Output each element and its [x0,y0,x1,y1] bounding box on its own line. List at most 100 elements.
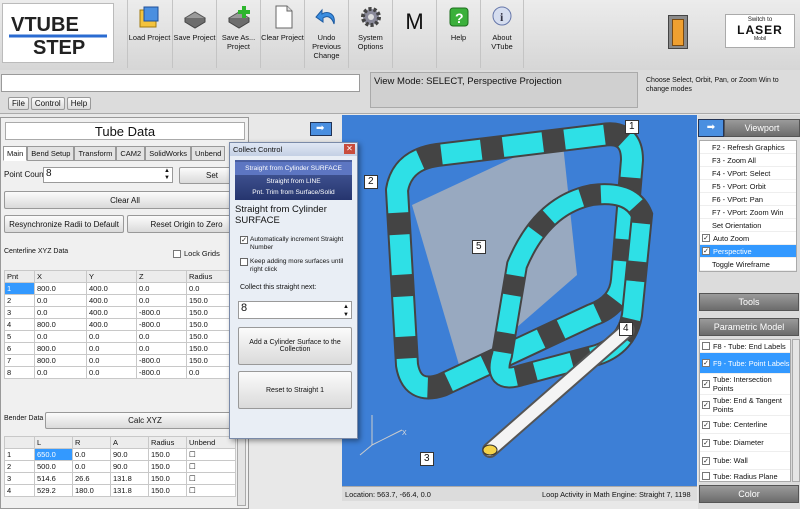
table-cell[interactable]: 3 [4,306,35,319]
table-cell[interactable]: 500.0 [34,460,73,473]
table-cell[interactable]: 180.0 [72,484,111,497]
table-cell[interactable]: 0.0 [136,282,187,295]
list-item[interactable]: Straight from Cylinder SURFACE [235,162,352,175]
unbend-checkbox[interactable]: ☐ [186,448,236,461]
table-cell[interactable]: 800.0 [34,342,87,355]
table-cell[interactable]: 400.0 [86,294,137,307]
table-cell[interactable]: 650.0 [34,448,73,461]
reset-to-straight-1-button[interactable]: Reset to Straight 1 [238,371,352,409]
viewport-header[interactable]: Viewport [724,119,800,137]
collapse-arrow-button[interactable]: ➡ [698,119,724,137]
zoom-all-item[interactable]: F3 - Zoom All [700,154,796,167]
keep-adding-checkbox[interactable]: Keep adding more surfaces until right cl… [240,258,352,274]
vport-zoom-win-item[interactable]: F7 - VPort: Zoom Win [700,206,796,219]
straight-number-stepper[interactable]: 8 ▲ ▼ [238,301,352,319]
list-item[interactable]: Pnt. Trim from Surface/Solid [235,188,352,197]
table-cell[interactable]: 8 [4,366,35,379]
table-cell[interactable]: 131.8 [110,484,149,497]
point-labels-item[interactable]: ✓ F9 - Tube: Point Labels [700,353,790,374]
unbend-checkbox[interactable]: ☐ [186,460,236,473]
stepper-arrows-icon[interactable]: ▲ ▼ [164,168,170,182]
table-cell[interactable]: 514.6 [34,472,73,485]
lock-grids-checkbox[interactable]: Lock Grids [173,249,220,258]
parametric-model-header[interactable]: Parametric Model [699,318,799,336]
table-cell[interactable]: 0.0 [34,306,87,319]
table-row[interactable]: 2 500.0 0.0 90.0 150.0 ☐ [4,460,236,473]
table-row[interactable]: 1 800.0 400.0 0.0 0.0 [4,282,245,295]
table-row[interactable]: 5 0.0 0.0 0.0 150.0 [4,330,245,343]
table-cell[interactable]: 0.0 [86,342,137,355]
table-cell[interactable]: 150.0 [148,448,187,461]
parametric-scrollbar[interactable] [792,339,800,482]
table-cell[interactable]: 800.0 [34,354,87,367]
undo-button[interactable]: Undo Previous Change [304,0,348,68]
table-cell[interactable]: 3 [4,472,35,485]
calc-xyz-button[interactable]: Calc XYZ [45,412,245,429]
tab-transform[interactable]: Transform [74,146,117,161]
table-cell[interactable]: 0.0 [72,460,111,473]
collapse-arrow-button[interactable]: ➡ [310,122,332,136]
table-cell[interactable]: 90.0 [110,448,149,461]
table-cell[interactable]: 5 [4,330,35,343]
refresh-graphics-item[interactable]: F2 - Refresh Graphics [700,141,796,154]
table-row[interactable]: 3 514.6 26.6 131.8 150.0 ☐ [4,472,236,485]
menu-file[interactable]: File [8,97,29,110]
tab-solidworks[interactable]: SolidWorks [145,146,192,161]
table-cell[interactable]: 0.0 [34,330,87,343]
table-cell[interactable]: 800.0 [34,318,87,331]
table-cell[interactable]: -800.0 [136,306,187,319]
table-cell[interactable]: -800.0 [136,354,187,367]
exit-door-button[interactable] [668,15,688,49]
unbend-checkbox[interactable]: ☐ [186,484,236,497]
table-row[interactable]: 8 0.0 0.0 -800.0 0.0 [4,366,245,379]
table-row[interactable]: 1 650.0 0.0 90.0 150.0 ☐ [4,448,236,461]
table-cell[interactable]: 0.0 [136,342,187,355]
resync-radii-button[interactable]: Resynchronize Radii to Default [4,215,124,233]
auto-increment-checkbox[interactable]: ✓ Automatically increment Straight Numbe… [240,236,352,252]
table-cell[interactable]: 800.0 [34,282,87,295]
tab-unbend[interactable]: Unbend [191,146,226,161]
end-labels-item[interactable]: F8 - Tube: End Labels [700,340,790,353]
centerline-item[interactable]: ✓ Tube: Centerline [700,416,790,434]
menu-control[interactable]: Control [30,97,65,110]
auto-zoom-item[interactable]: ✓ Auto Zoom [700,232,796,245]
table-cell[interactable]: 2 [4,460,35,473]
table-cell[interactable]: 400.0 [86,282,137,295]
perspective-item[interactable]: ✓ Perspective [700,245,796,258]
table-cell[interactable]: 1 [4,282,35,295]
vport-pan-item[interactable]: F6 - VPort: Pan [700,193,796,206]
command-input[interactable] [1,74,360,92]
set-orientation-item[interactable]: Set Orientation [700,219,796,232]
clear-project-button[interactable]: Clear Project [260,0,304,68]
wall-item[interactable]: ✓ Tube: Wall [700,452,790,470]
tab-main[interactable]: Main [3,146,28,161]
table-cell[interactable]: 0.0 [136,330,187,343]
table-cell[interactable]: 90.0 [110,460,149,473]
table-cell[interactable]: 6 [4,342,35,355]
table-cell[interactable]: 4 [4,318,35,331]
table-cell[interactable]: 0.0 [34,366,87,379]
table-cell[interactable]: -800.0 [136,366,187,379]
color-header[interactable]: Color [699,485,799,503]
table-cell[interactable]: 1 [4,448,35,461]
table-cell[interactable]: 0.0 [136,294,187,307]
vport-select-item[interactable]: F4 - VPort: Select [700,167,796,180]
table-cell[interactable]: 0.0 [86,366,137,379]
table-cell[interactable]: 150.0 [148,472,187,485]
straight-type-list[interactable]: Straight from Cylinder SURFACE Straight … [235,160,352,200]
table-row[interactable]: 6 800.0 0.0 0.0 150.0 [4,342,245,355]
stepper-arrows-icon[interactable]: ▲ ▼ [343,303,349,319]
table-cell[interactable]: 150.0 [148,460,187,473]
table-cell[interactable]: 400.0 [86,318,137,331]
about-vtube-button[interactable]: i About VTube [480,0,524,68]
vport-orbit-item[interactable]: F5 - VPort: Orbit [700,180,796,193]
bender-scrollbar[interactable] [237,436,246,506]
3d-viewport[interactable]: X 1 2 3 4 5 [342,115,697,501]
diameter-item[interactable]: ✓ Tube: Diameter [700,434,790,452]
table-cell[interactable]: 131.8 [110,472,149,485]
menu-help[interactable]: Help [66,97,92,110]
table-cell[interactable]: 0.0 [34,294,87,307]
tab-cam2[interactable]: CAM2 [116,146,146,161]
table-cell[interactable]: 7 [4,354,35,367]
tools-header[interactable]: Tools [699,293,799,311]
